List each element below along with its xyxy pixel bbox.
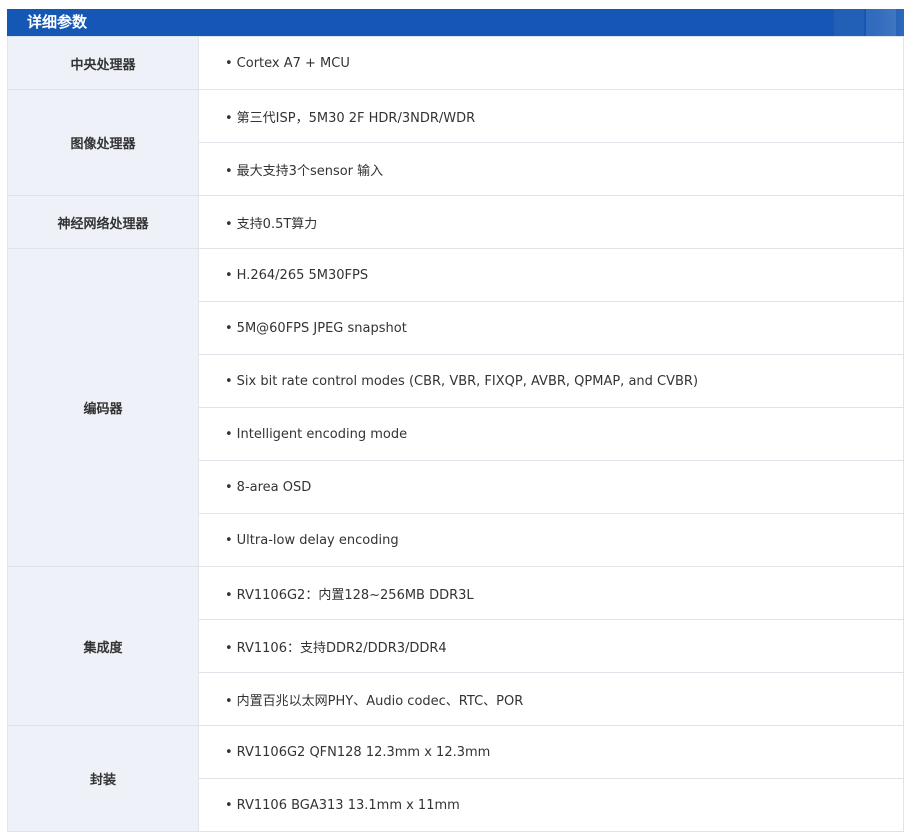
header-decoration [866, 9, 896, 36]
table-row: 图像处理器 • 第三代ISP，5M30 2F HDR/3NDR/WDR [7, 89, 904, 196]
spec-value: Ultra-low delay encoding [236, 532, 399, 548]
bullet-icon: • [225, 267, 233, 283]
spec-value: Cortex A7 + MCU [236, 55, 350, 71]
spec-table: 中央处理器 • Cortex A7 + MCU 图像处理器 • 第三代ISP，5M30 2… [7, 36, 904, 832]
table-row: 神经网络处理器 • 支持0.5T算力 [7, 195, 904, 249]
spec-value-cell: • RV1106G2 QFN128 12.3mm x 12.3mm [198, 725, 904, 779]
spec-value-cell: • 支持0.5T算力 [198, 195, 904, 249]
spec-category: 神经网络处理器 [7, 195, 199, 249]
spec-value-cell: • Intelligent encoding mode [198, 407, 904, 461]
bullet-icon: • [225, 426, 233, 442]
spec-value: 支持0.5T算力 [236, 216, 318, 232]
spec-panel: 详细参数 中央处理器 • Cortex A7 + MCU 图像处理器 • 第三代ISP，5… [7, 9, 904, 832]
bullet-icon: • [225, 110, 233, 126]
spec-value-cell: • 内置百兆以太网PHY、Audio codec、RTC、POR [198, 672, 904, 726]
bullet-icon: • [225, 55, 233, 71]
spec-value: 内置百兆以太网PHY、Audio codec、RTC、POR [236, 693, 524, 709]
spec-value: 8-area OSD [236, 479, 312, 495]
spec-value: 最大支持3个sensor 输入 [236, 163, 384, 179]
spec-value-cell: • RV1106：支持DDR2/DDR3/DDR4 [198, 619, 904, 673]
table-row: 封装 • RV1106G2 QFN128 12.3mm x 12.3mm [7, 725, 904, 832]
table-row: 中央处理器 • Cortex A7 + MCU [7, 36, 904, 90]
spec-value: 5M@60FPS JPEG snapshot [236, 320, 407, 336]
spec-value: 第三代ISP，5M30 2F HDR/3NDR/WDR [236, 110, 476, 126]
spec-value-cell: • RV1106G2：内置128~256MB DDR3L [198, 566, 904, 620]
table-row: 编码器 • H.264/265 5M30FPS [7, 248, 904, 567]
bullet-icon: • [225, 640, 233, 656]
bullet-icon: • [225, 320, 233, 336]
spec-value: Intelligent encoding mode [236, 426, 408, 442]
spec-value: H.264/265 5M30FPS [236, 267, 369, 283]
bullet-icon: • [225, 532, 233, 548]
spec-value: RV1106G2 QFN128 12.3mm x 12.3mm [236, 744, 491, 760]
spec-value-cell: • 第三代ISP，5M30 2F HDR/3NDR/WDR [198, 89, 904, 143]
spec-value: RV1106 BGA313 13.1mm x 11mm [236, 797, 460, 813]
section-title: 详细参数 [27, 13, 88, 31]
spec-value: RV1106：支持DDR2/DDR3/DDR4 [236, 640, 447, 656]
table-row: 集成度 • RV1106G2：内置128~256MB DDR3L [7, 566, 904, 726]
spec-category: 集成度 [7, 566, 199, 726]
spec-value-cell: • Ultra-low delay encoding [198, 513, 904, 567]
spec-value-cell: • Six bit rate control modes (CBR, VBR, F… [198, 354, 904, 408]
spec-value-cell: • 8-area OSD [198, 460, 904, 514]
bullet-icon: • [225, 163, 233, 179]
bullet-icon: • [225, 587, 233, 603]
bullet-icon: • [225, 693, 233, 709]
bullet-icon: • [225, 373, 233, 389]
bullet-icon: • [225, 216, 233, 232]
spec-value: Six bit rate control modes (CBR, VBR, FI… [236, 373, 699, 389]
spec-category: 编码器 [7, 248, 199, 567]
spec-value-cell: • 最大支持3个sensor 输入 [198, 142, 904, 196]
spec-category: 封装 [7, 725, 199, 832]
header-decoration [834, 9, 864, 36]
spec-value-cell: • Cortex A7 + MCU [198, 36, 904, 90]
bullet-icon: • [225, 797, 233, 813]
spec-category: 图像处理器 [7, 89, 199, 196]
section-header: 详细参数 [7, 9, 904, 36]
bullet-icon: • [225, 744, 233, 760]
spec-category: 中央处理器 [7, 36, 199, 90]
spec-value: RV1106G2：内置128~256MB DDR3L [236, 587, 474, 603]
spec-value-cell: • RV1106 BGA313 13.1mm x 11mm [198, 778, 904, 832]
spec-value-cell: • 5M@60FPS JPEG snapshot [198, 301, 904, 355]
bullet-icon: • [225, 479, 233, 495]
spec-value-cell: • H.264/265 5M30FPS [198, 248, 904, 302]
